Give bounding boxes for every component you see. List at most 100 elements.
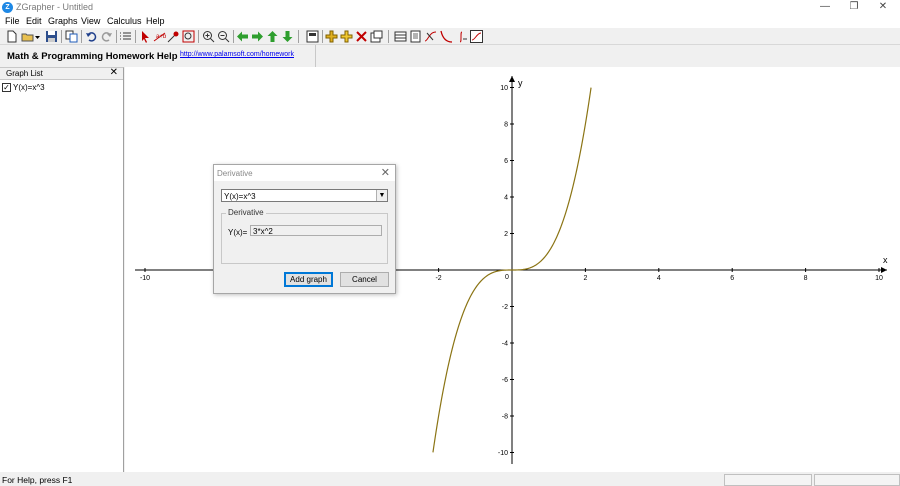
x-tick-label: -10: [140, 275, 150, 282]
dialog-title: Derivative: [217, 169, 253, 178]
y-tick-label: 2: [504, 231, 508, 238]
zoom-out-icon[interactable]: [217, 30, 230, 43]
derivative-field-label: Y(x)=: [228, 228, 248, 237]
status-text: For Help, press F1: [2, 475, 73, 485]
y-tick-label: -2: [502, 304, 508, 311]
integral-icon[interactable]: [455, 30, 468, 43]
menu-view[interactable]: View: [81, 16, 100, 26]
calculator-icon[interactable]: [306, 30, 319, 43]
x-tick-label: -2: [435, 275, 441, 282]
graph-item-label: Y(x)=x^3: [13, 83, 45, 92]
graph-view-icon[interactable]: [470, 30, 483, 43]
save-icon[interactable]: [45, 30, 58, 43]
toolbar-separator: [388, 30, 389, 43]
toolbar-separator: [116, 30, 117, 43]
toolbar-separator: [322, 30, 323, 43]
table-icon[interactable]: [394, 30, 407, 43]
graph-list-panel: Graph List ✕ ✓ Y(x)=x^3: [0, 67, 124, 472]
y-tick-label: -10: [498, 450, 508, 457]
function-select[interactable]: Y(x)=x^3 ▼: [221, 189, 388, 202]
menu-graphs[interactable]: Graphs: [48, 16, 78, 26]
arrow-left-icon[interactable]: [236, 30, 249, 43]
toolbar-separator: [81, 30, 82, 43]
menu-bar: File Edit Graphs View Calculus Help: [0, 15, 900, 28]
arrow-up-icon[interactable]: [266, 30, 279, 43]
y-tick-label: -4: [502, 341, 508, 348]
toolbar: a+b: [0, 28, 900, 45]
toolbar-separator: [198, 30, 199, 43]
menu-help[interactable]: Help: [146, 16, 165, 26]
y-tick-label: 6: [504, 158, 508, 165]
derivative-group: Derivative Y(x)= 3*x^2: [221, 208, 388, 264]
notepad-icon[interactable]: [409, 30, 422, 43]
toolbar-separator: [135, 30, 136, 43]
title-bar: Z ZGrapher - Untitled — ❐ ✕: [0, 0, 900, 15]
arrow-down-icon[interactable]: [281, 30, 294, 43]
x-tick-label: 6: [730, 275, 734, 282]
chevron-down-icon[interactable]: ▼: [376, 190, 387, 201]
y-axis-arrow: [509, 76, 515, 82]
derivative-result-value: 3*x^2: [253, 227, 273, 236]
zoom-box-icon[interactable]: [182, 30, 195, 43]
status-bar: For Help, press F1: [0, 472, 900, 486]
redo-icon[interactable]: [100, 30, 113, 43]
y-tick-label: 8: [504, 122, 508, 129]
y-axis-label: y: [518, 78, 523, 88]
minimize-button[interactable]: —: [810, 0, 840, 15]
properties-icon[interactable]: [370, 30, 383, 43]
toolbar-separator: [233, 30, 234, 43]
x-axis-label: x: [883, 255, 888, 265]
pointer-icon[interactable]: [139, 30, 152, 43]
derivative-result-field[interactable]: 3*x^2: [250, 225, 382, 236]
open-dropdown-icon[interactable]: [34, 30, 41, 43]
restore-button[interactable]: ❐: [839, 0, 869, 15]
y-tick-label: -8: [502, 414, 508, 421]
status-pane: [724, 474, 812, 486]
derivative-group-title: Derivative: [226, 208, 266, 217]
graph-list-close-button[interactable]: ✕: [110, 67, 118, 78]
x-tick-label: 4: [657, 275, 661, 282]
undo-icon[interactable]: [85, 30, 98, 43]
graph-list-header: Graph List ✕: [0, 67, 123, 80]
x-axis-arrow: [881, 267, 887, 273]
zoom-in-icon[interactable]: [202, 30, 215, 43]
curve-icon[interactable]: [440, 30, 453, 43]
y-tick-label: 4: [504, 195, 508, 202]
y-tick-label: -6: [502, 377, 508, 384]
banner-title: Math & Programming Homework Help: [7, 51, 178, 62]
dialog-titlebar: Derivative ✕: [214, 165, 395, 181]
add-graph-alt-icon[interactable]: [340, 30, 353, 43]
copy-icon[interactable]: [65, 30, 78, 43]
add-graph-icon[interactable]: [325, 30, 338, 43]
derivative-icon[interactable]: [424, 30, 437, 43]
homework-banner: Math & Programming Homework Help http://…: [0, 45, 316, 67]
status-pane: [814, 474, 900, 486]
origin-label: 0: [505, 274, 509, 281]
point-icon[interactable]: [167, 30, 180, 43]
arrow-right-icon[interactable]: [251, 30, 264, 43]
derivative-dialog: Derivative ✕ Y(x)=x^3 ▼ Derivative Y(x)=…: [213, 164, 396, 294]
open-file-icon[interactable]: [21, 30, 34, 43]
new-file-icon[interactable]: [5, 30, 18, 43]
y-tick-label: 10: [500, 85, 508, 92]
delete-icon[interactable]: [355, 30, 368, 43]
menu-edit[interactable]: Edit: [26, 16, 42, 26]
toolbar-separator: [298, 30, 299, 43]
x-tick-label: 2: [583, 275, 587, 282]
function-select-value: Y(x)=x^3: [224, 192, 256, 201]
x-tick-label: 10: [875, 275, 883, 282]
window-title: ZGrapher - Untitled: [16, 2, 94, 12]
cancel-button[interactable]: Cancel: [340, 272, 389, 287]
svg-text:a+b: a+b: [156, 34, 166, 40]
tangent-icon[interactable]: a+b: [153, 30, 166, 43]
add-graph-button[interactable]: Add graph: [284, 272, 333, 287]
homework-link[interactable]: http://www.palamsoft.com/homework: [180, 51, 294, 58]
list-icon[interactable]: [119, 30, 132, 43]
graph-visible-checkbox[interactable]: ✓: [2, 83, 11, 92]
toolbar-separator: [61, 30, 62, 43]
menu-calculus[interactable]: Calculus: [107, 16, 142, 26]
dialog-close-button[interactable]: ✕: [381, 166, 390, 179]
menu-file[interactable]: File: [5, 16, 20, 26]
app-icon: Z: [2, 2, 13, 13]
close-window-button[interactable]: ✕: [868, 0, 898, 15]
